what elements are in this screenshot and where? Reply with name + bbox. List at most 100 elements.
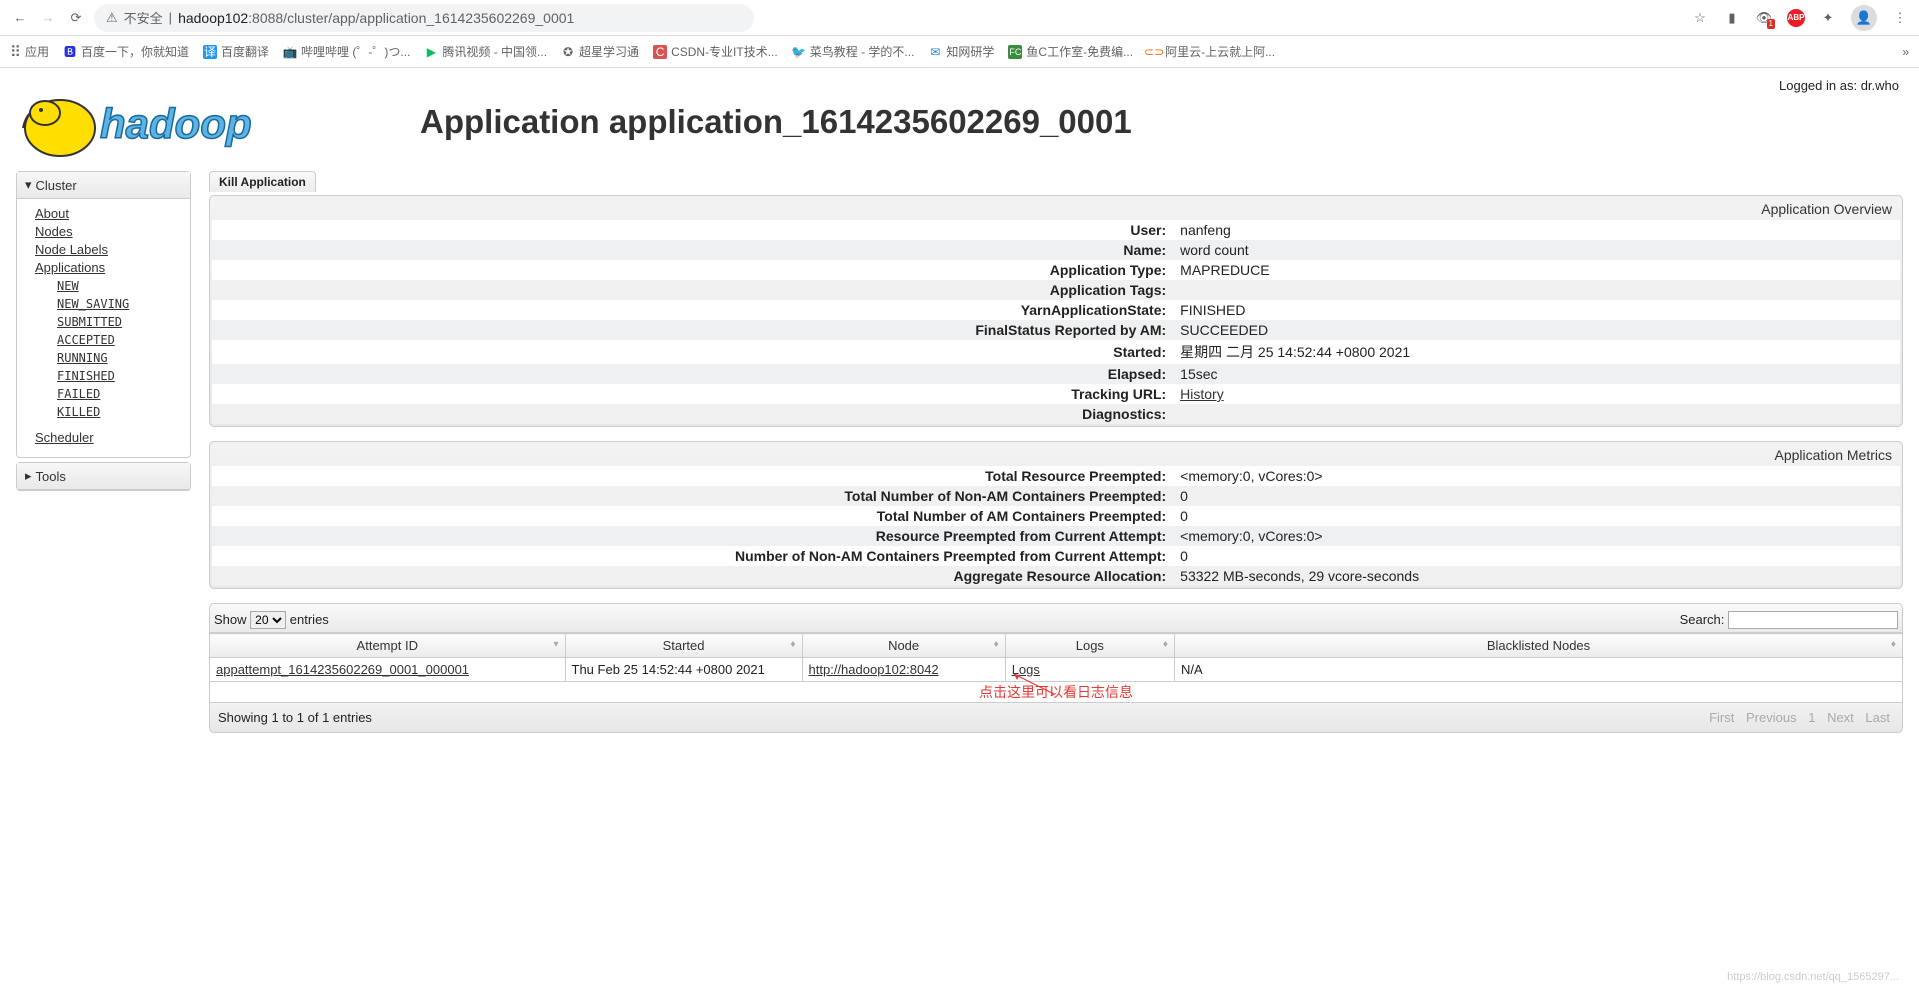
- bookmarks-bar: ⠿应用 🅱百度一下，你就知道 译百度翻译 📺哔哩哔哩 (゜-゜)つ... ▶腾讯…: [0, 36, 1919, 68]
- sort-icon: ♦: [790, 639, 795, 650]
- kv-key: Diagnostics:: [212, 404, 1174, 424]
- kv-key: Name:: [212, 240, 1174, 260]
- pager-first[interactable]: First: [1709, 710, 1734, 725]
- extension-icon-2[interactable]: 👁1: [1755, 9, 1773, 27]
- sidebar-cluster-header[interactable]: ▾Cluster: [17, 172, 190, 199]
- kv-value: word count: [1174, 240, 1900, 260]
- menu-icon[interactable]: ⋮: [1891, 9, 1909, 27]
- pager-page[interactable]: 1: [1808, 710, 1815, 725]
- sidebar-nodes[interactable]: Nodes: [35, 223, 180, 241]
- kv-value: History: [1174, 384, 1900, 404]
- extensions-puzzle-icon[interactable]: ✦: [1819, 9, 1837, 27]
- kv-value: <memory:0, vCores:0>: [1174, 526, 1900, 546]
- bookmark-fishc[interactable]: FC鱼C工作室-免费编...: [1008, 43, 1133, 60]
- sort-icon: ♦: [1163, 639, 1168, 650]
- kv-key: Number of Non-AM Containers Preempted fr…: [212, 546, 1174, 566]
- table-row: appattempt_1614235602269_0001_000001 Thu…: [210, 658, 1903, 682]
- kv-value: [1174, 404, 1900, 424]
- bookmark-baidu[interactable]: 🅱百度一下，你就知道: [63, 43, 189, 60]
- page-title: Application application_1614235602269_00…: [320, 103, 1909, 141]
- kv-value: 星期四 二月 25 14:52:44 +0800 2021: [1174, 340, 1900, 364]
- sidebar-tools-header[interactable]: ▸Tools: [17, 463, 190, 490]
- page-size-select[interactable]: 20: [250, 611, 286, 629]
- apps-button[interactable]: ⠿应用: [10, 43, 49, 61]
- pager: First Previous 1 Next Last: [1705, 710, 1894, 725]
- bookmark-tencent[interactable]: ▶腾讯视频 - 中国领...: [424, 43, 547, 60]
- cell-started: Thu Feb 25 14:52:44 +0800 2021: [565, 658, 802, 682]
- kv-key: Tracking URL:: [212, 384, 1174, 404]
- kv-key: Total Resource Preempted:: [212, 466, 1174, 486]
- profile-avatar[interactable]: 👤: [1851, 5, 1877, 31]
- kv-key: Resource Preempted from Current Attempt:: [212, 526, 1174, 546]
- insecure-icon: ⚠: [106, 10, 118, 26]
- search-input[interactable]: [1728, 611, 1898, 629]
- kv-key: Total Number of AM Containers Preempted:: [212, 506, 1174, 526]
- bookmark-cnki[interactable]: ✉知网研学: [928, 43, 994, 60]
- reload-button[interactable]: ⟳: [66, 8, 86, 28]
- kv-value: nanfeng: [1174, 220, 1900, 240]
- bookmark-runoob[interactable]: 🐦菜鸟教程 - 学的不...: [792, 43, 915, 60]
- node-link[interactable]: http://hadoop102:8042: [809, 662, 939, 677]
- bookmark-aliyun[interactable]: ⊂⊃阿里云-上云就上阿...: [1147, 43, 1275, 60]
- bookmark-star-icon[interactable]: ☆: [1691, 9, 1709, 27]
- kv-key: Application Tags:: [212, 280, 1174, 300]
- sidebar-state-submitted[interactable]: SUBMITTED: [57, 313, 180, 331]
- security-label: 不安全: [124, 8, 163, 27]
- col-attempt-id[interactable]: Attempt ID▾: [210, 634, 566, 658]
- tracking-url-link[interactable]: History: [1180, 386, 1224, 402]
- browser-toolbar: ← → ⟳ ⚠ 不安全 | hadoop102:8088/cluster/app…: [0, 0, 1919, 36]
- col-logs[interactable]: Logs♦: [1005, 634, 1174, 658]
- sidebar-state-new-saving[interactable]: NEW_SAVING: [57, 295, 180, 313]
- overview-title: Application Overview: [212, 198, 1900, 220]
- sidebar-state-failed[interactable]: FAILED: [57, 385, 180, 403]
- sidebar-scheduler[interactable]: Scheduler: [35, 429, 180, 447]
- sidebar-node-labels[interactable]: Node Labels: [35, 241, 180, 259]
- kv-key: User:: [212, 220, 1174, 240]
- kv-value: 15sec: [1174, 364, 1900, 384]
- kv-value: 0: [1174, 506, 1900, 526]
- col-blacklisted[interactable]: Blacklisted Nodes♦: [1174, 634, 1902, 658]
- kill-application-button[interactable]: Kill Application: [209, 171, 316, 192]
- extension-icon-1[interactable]: ▮: [1723, 9, 1741, 27]
- back-button[interactable]: ←: [10, 8, 30, 28]
- sort-icon: ♦: [1891, 639, 1896, 650]
- abp-icon[interactable]: ABP: [1787, 9, 1805, 27]
- bookmark-csdn[interactable]: CCSDN-专业IT技术...: [653, 43, 778, 60]
- entries-label: entries: [290, 612, 329, 627]
- sidebar-state-finished[interactable]: FINISHED: [57, 367, 180, 385]
- sidebar-state-running[interactable]: RUNNING: [57, 349, 180, 367]
- search-label: Search:: [1680, 612, 1725, 627]
- sidebar-state-accepted[interactable]: ACCEPTED: [57, 331, 180, 349]
- kv-key: YarnApplicationState:: [212, 300, 1174, 320]
- sort-icon: ▾: [553, 639, 558, 650]
- kv-key: Aggregate Resource Allocation:: [212, 566, 1174, 586]
- forward-button[interactable]: →: [38, 8, 58, 28]
- address-bar[interactable]: ⚠ 不安全 | hadoop102:8088/cluster/app/appli…: [94, 4, 754, 32]
- kv-value: <memory:0, vCores:0>: [1174, 466, 1900, 486]
- kv-value: 53322 MB-seconds, 29 vcore-seconds: [1174, 566, 1900, 586]
- bookmark-chaoxing[interactable]: ✪超星学习通: [561, 43, 639, 60]
- kv-key: Total Number of Non-AM Containers Preemp…: [212, 486, 1174, 506]
- bookmark-overflow[interactable]: »: [1902, 45, 1909, 59]
- pager-next[interactable]: Next: [1827, 710, 1854, 725]
- sidebar-state-new[interactable]: NEW: [57, 277, 180, 295]
- attempt-id-link[interactable]: appattempt_1614235602269_0001_000001: [216, 662, 469, 677]
- pager-last[interactable]: Last: [1865, 710, 1890, 725]
- pager-prev[interactable]: Previous: [1746, 710, 1797, 725]
- col-started[interactable]: Started♦: [565, 634, 802, 658]
- sidebar-about[interactable]: About: [35, 205, 180, 223]
- bookmark-fanyi[interactable]: 译百度翻译: [203, 43, 269, 60]
- metrics-section: Application Metrics Total Resource Preem…: [209, 441, 1903, 589]
- sidebar: ▾Cluster About Nodes Node Labels Applica…: [16, 171, 191, 733]
- svg-text:hadoop: hadoop: [100, 100, 252, 147]
- col-node[interactable]: Node♦: [802, 634, 1005, 658]
- sidebar-applications[interactable]: Applications: [35, 259, 180, 277]
- chevron-down-icon: ▾: [25, 177, 32, 193]
- kv-key: Application Type:: [212, 260, 1174, 280]
- sidebar-state-killed[interactable]: KILLED: [57, 403, 180, 421]
- bookmark-bilibili[interactable]: 📺哔哩哔哩 (゜-゜)つ...: [283, 43, 410, 60]
- kv-key: FinalStatus Reported by AM:: [212, 320, 1174, 340]
- overview-section: Application Overview User:nanfengName:wo…: [209, 195, 1903, 427]
- url-text: hadoop102:8088/cluster/app/application_1…: [178, 10, 574, 26]
- kv-value: 0: [1174, 546, 1900, 566]
